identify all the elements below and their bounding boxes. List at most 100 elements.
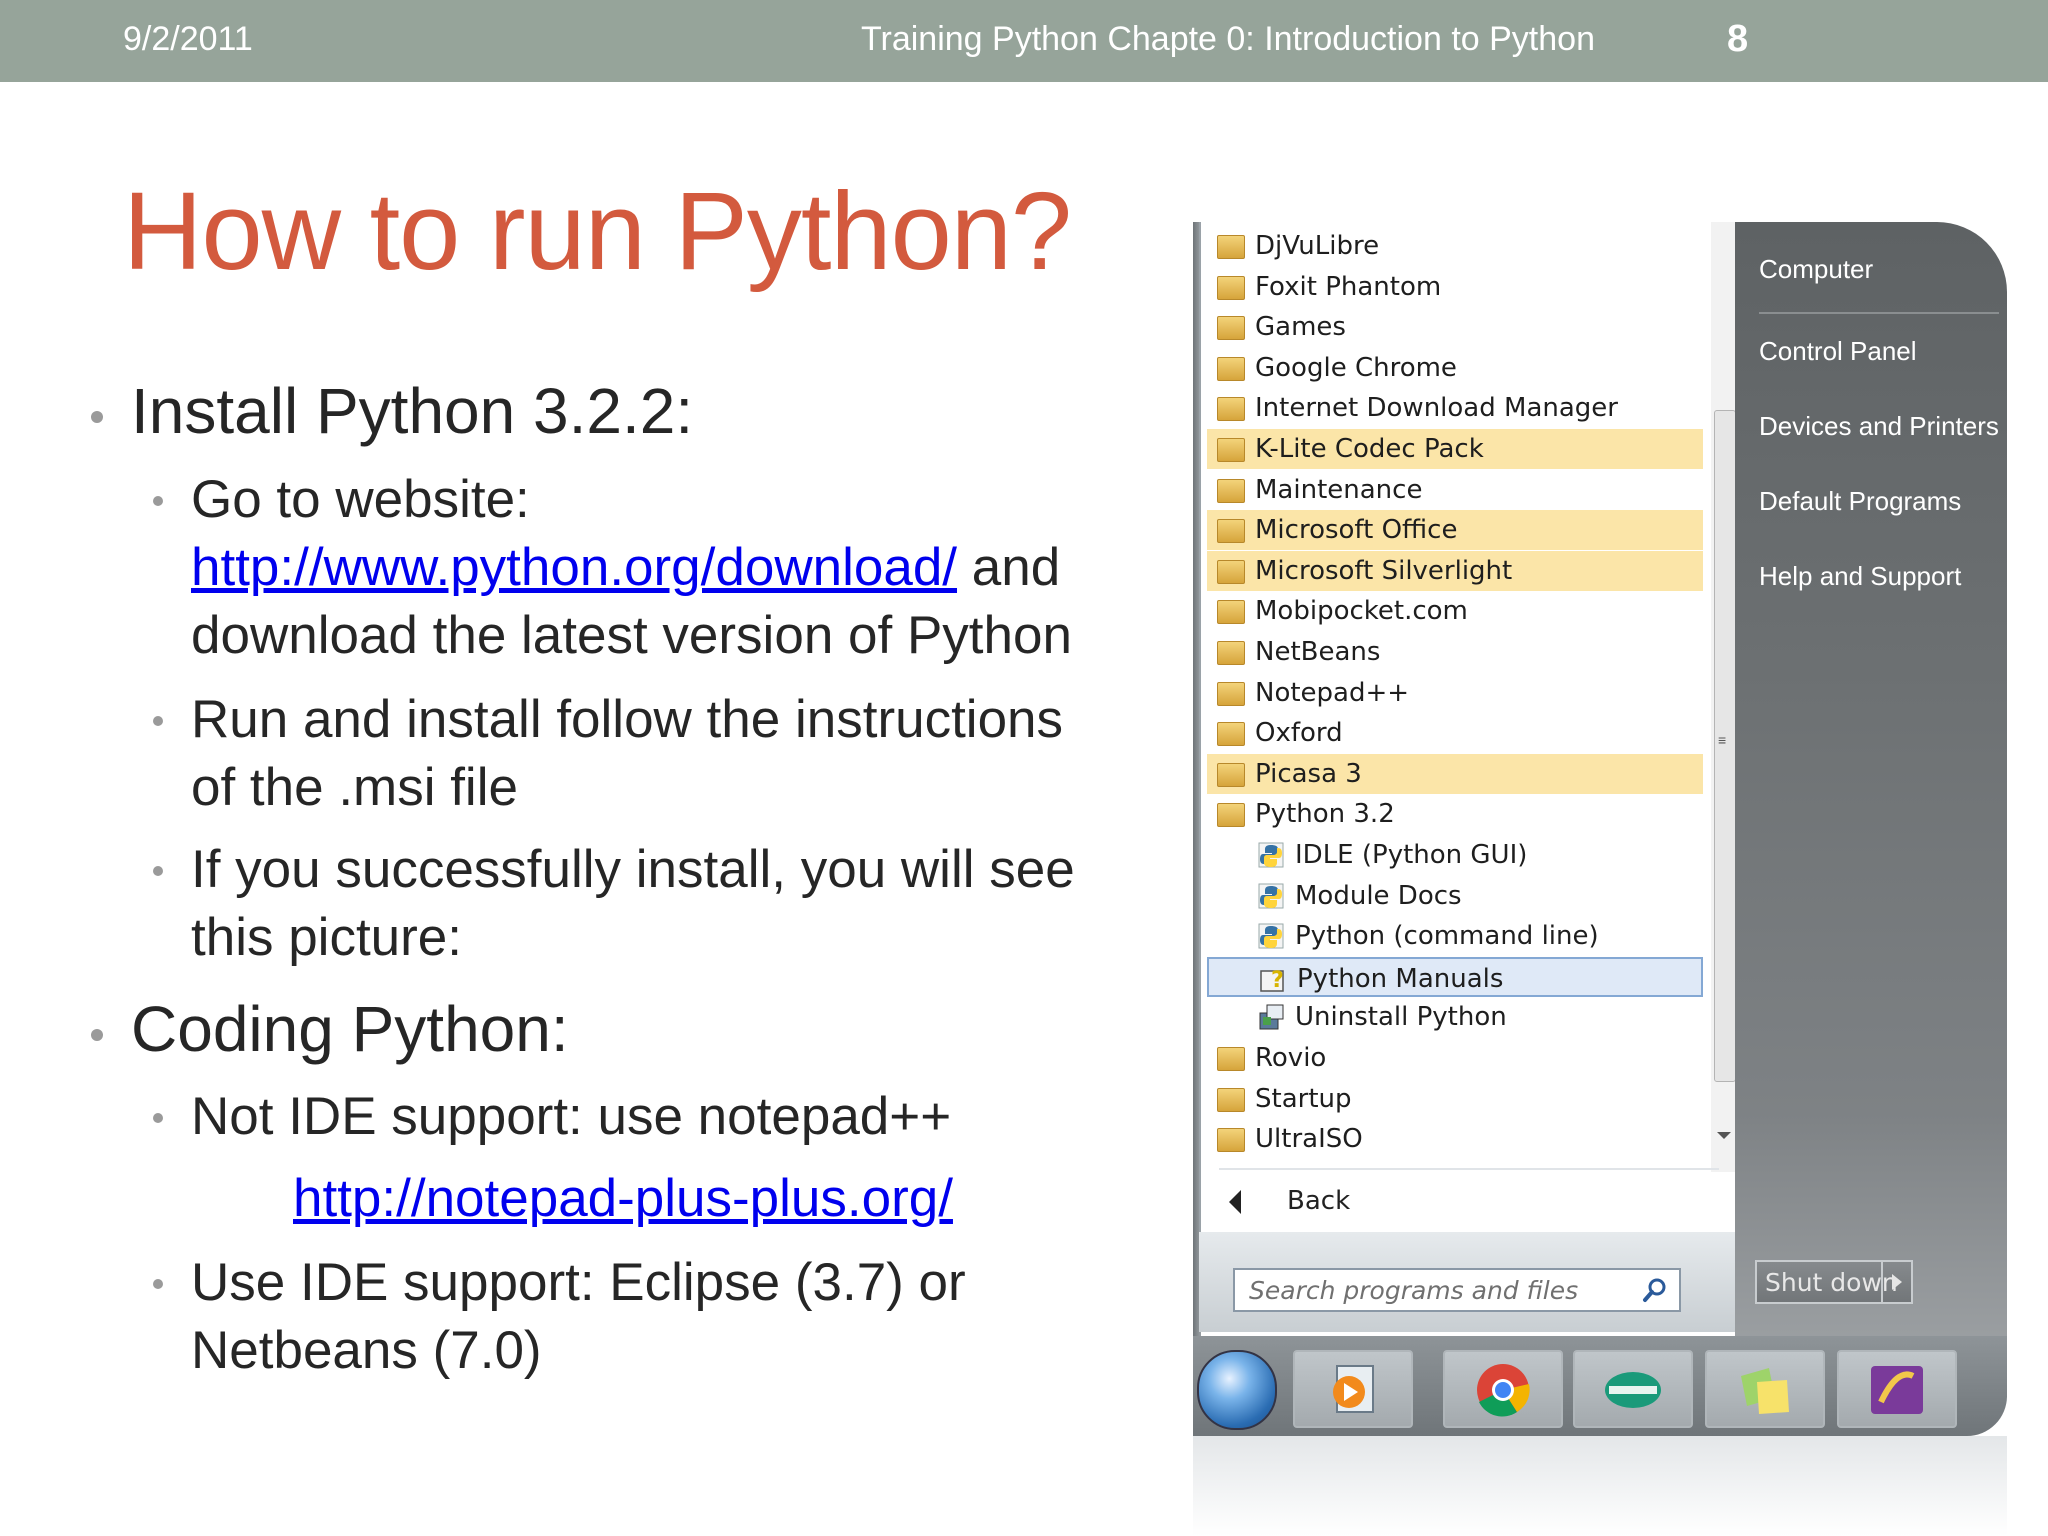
program-item[interactable]: Games bbox=[1207, 307, 1703, 347]
program-item[interactable]: Maintenance bbox=[1207, 470, 1703, 510]
program-item[interactable]: UltraISO bbox=[1207, 1119, 1703, 1159]
back-button[interactable]: Back bbox=[1229, 1184, 1429, 1224]
notepad-link-line: http://notepad-plus-plus.org/ bbox=[293, 1165, 953, 1233]
program-item[interactable]: Internet Download Manager bbox=[1207, 388, 1703, 428]
uninstall-icon bbox=[1259, 1004, 1284, 1030]
viettel-taskbar-button[interactable] bbox=[1573, 1350, 1693, 1428]
bullet-dot bbox=[91, 411, 103, 423]
goto-line1: Go to website: bbox=[191, 470, 530, 529]
folder-icon bbox=[1217, 356, 1245, 381]
bullet-notide: Not IDE support: use notepad++ bbox=[191, 1087, 952, 1146]
back-label: Back bbox=[1287, 1186, 1351, 1216]
media-player-taskbar-button[interactable] bbox=[1293, 1350, 1413, 1428]
program-item[interactable]: Picasa 3 bbox=[1207, 753, 1703, 794]
folder-icon bbox=[1217, 1047, 1245, 1071]
slide-course-title: Training Python Chapte 0: Introduction t… bbox=[861, 20, 1595, 58]
goto-line2: http://www.python.org/download/ and bbox=[191, 534, 1072, 602]
program-item[interactable]: IDLE (Python GUI) bbox=[1207, 835, 1703, 875]
program-item-label: DjVuLibre bbox=[1255, 231, 1380, 261]
shutdown-button[interactable]: Shut down bbox=[1755, 1260, 1913, 1304]
bullet-goto: Go to website: http://www.python.org/dow… bbox=[191, 466, 1072, 670]
bullet-coding: Coding Python: bbox=[131, 993, 569, 1065]
bullet-install: Install Python 3.2.2: bbox=[131, 375, 694, 447]
success-line2: this picture: bbox=[191, 908, 463, 967]
python-icon bbox=[1258, 883, 1284, 909]
program-item[interactable]: Oxford bbox=[1207, 713, 1703, 753]
folder-icon bbox=[1217, 641, 1245, 665]
media-player-icon bbox=[1333, 1365, 1374, 1413]
shutdown-options-arrow-icon[interactable] bbox=[1881, 1262, 1913, 1302]
program-item[interactable]: Microsoft Silverlight bbox=[1207, 550, 1703, 591]
program-item-label: Microsoft Silverlight bbox=[1255, 555, 1513, 586]
ide-line2: Netbeans (7.0) bbox=[191, 1321, 542, 1380]
right-item-default-programs[interactable]: Default Programs bbox=[1759, 486, 1961, 517]
back-separator bbox=[1219, 1168, 1719, 1170]
program-item[interactable]: Rovio bbox=[1207, 1038, 1703, 1078]
app-taskbar-button[interactable] bbox=[1837, 1350, 1957, 1428]
notepad-plus-plus-link[interactable]: http://notepad-plus-plus.org/ bbox=[293, 1169, 953, 1228]
help-icon: ? bbox=[1260, 968, 1284, 993]
program-item[interactable]: K-Lite Codec Pack bbox=[1207, 429, 1703, 469]
folder-icon bbox=[1217, 438, 1245, 462]
right-item-computer[interactable]: Computer bbox=[1759, 254, 1873, 285]
program-item-label: Oxford bbox=[1255, 718, 1343, 749]
program-item[interactable]: Startup bbox=[1207, 1079, 1703, 1119]
program-item[interactable]: ? Python Manuals bbox=[1207, 956, 1703, 997]
bullet-run: Run and install follow the instructions … bbox=[191, 686, 1063, 822]
program-item[interactable]: Google Chrome bbox=[1207, 348, 1703, 388]
program-item-label: Startup bbox=[1255, 1083, 1352, 1114]
search-programs-input[interactable]: Search programs and files bbox=[1233, 1268, 1681, 1312]
right-item-help-support[interactable]: Help and Support bbox=[1759, 561, 1961, 592]
right-separator bbox=[1759, 312, 1999, 314]
program-item-label: Google Chrome bbox=[1255, 352, 1457, 383]
scroll-down-arrow-icon[interactable] bbox=[1717, 1132, 1731, 1139]
taskbar-reflection bbox=[1193, 1436, 2007, 1536]
sticky-notes-taskbar-button[interactable] bbox=[1705, 1350, 1825, 1428]
folder-icon bbox=[1217, 275, 1245, 300]
program-item[interactable]: Mobipocket.com bbox=[1207, 591, 1703, 631]
all-programs-pane: DjVuLibre Foxit Phantom Games Google Chrome… bbox=[1199, 222, 1737, 1330]
search-icon[interactable] bbox=[1641, 1276, 1669, 1304]
python-download-link[interactable]: http://www.python.org/download/ bbox=[191, 538, 957, 597]
program-item-label: Uninstall Python bbox=[1295, 1002, 1507, 1033]
program-item[interactable]: Microsoft Office bbox=[1207, 510, 1703, 551]
program-item-label: Games bbox=[1255, 312, 1346, 343]
program-item[interactable]: Python 3.2 bbox=[1207, 794, 1703, 834]
search-area: Search programs and files bbox=[1199, 1232, 1735, 1332]
right-item-control-panel[interactable]: Control Panel bbox=[1759, 336, 1917, 367]
program-item[interactable]: Module Docs bbox=[1207, 876, 1703, 916]
folder-icon bbox=[1217, 397, 1245, 422]
program-item-label: Foxit Phantom bbox=[1255, 271, 1442, 302]
slide-date: 9/2/2011 bbox=[123, 20, 253, 58]
program-item[interactable]: Notepad++ bbox=[1207, 673, 1703, 713]
bullet-dot bbox=[153, 716, 163, 726]
sticky-notes-icon bbox=[1741, 1368, 1789, 1414]
bullet-dot bbox=[153, 496, 163, 506]
program-item-label: K-Lite Codec Pack bbox=[1255, 434, 1484, 464]
chrome-taskbar-button[interactable] bbox=[1443, 1350, 1563, 1428]
program-item-label: Module Docs bbox=[1295, 880, 1462, 911]
run-line1: Run and install follow the instructions bbox=[191, 690, 1064, 749]
program-item[interactable]: DjVuLibre bbox=[1207, 226, 1703, 266]
goto-line3: download the latest version of Python bbox=[191, 606, 1072, 665]
program-item-label: IDLE (Python GUI) bbox=[1295, 840, 1528, 870]
right-item-devices-printers[interactable]: Devices and Printers bbox=[1759, 411, 1999, 442]
program-item-label: Microsoft Office bbox=[1255, 515, 1458, 546]
program-item[interactable]: Uninstall Python bbox=[1207, 997, 1703, 1037]
folder-icon bbox=[1217, 722, 1245, 747]
windows-start-menu: DjVuLibre Foxit Phantom Games Google Chrome… bbox=[1193, 222, 2007, 1336]
program-item-label: Notepad++ bbox=[1255, 677, 1410, 708]
folder-icon bbox=[1217, 1128, 1245, 1153]
viettel-icon bbox=[1605, 1372, 1661, 1408]
program-item-label: Python 3.2 bbox=[1255, 799, 1395, 830]
program-item[interactable]: Python (command line) bbox=[1207, 916, 1703, 956]
folder-icon bbox=[1217, 478, 1245, 503]
windows-start-orb[interactable] bbox=[1197, 1350, 1277, 1430]
program-item-label: Internet Download Manager bbox=[1255, 393, 1618, 424]
program-item[interactable]: Foxit Phantom bbox=[1207, 267, 1703, 307]
chrome-icon bbox=[1477, 1364, 1530, 1417]
folder-icon bbox=[1217, 1087, 1245, 1112]
bullet-dot bbox=[91, 1029, 103, 1041]
program-item[interactable]: NetBeans bbox=[1207, 632, 1703, 672]
bullet-dot bbox=[153, 1113, 163, 1123]
